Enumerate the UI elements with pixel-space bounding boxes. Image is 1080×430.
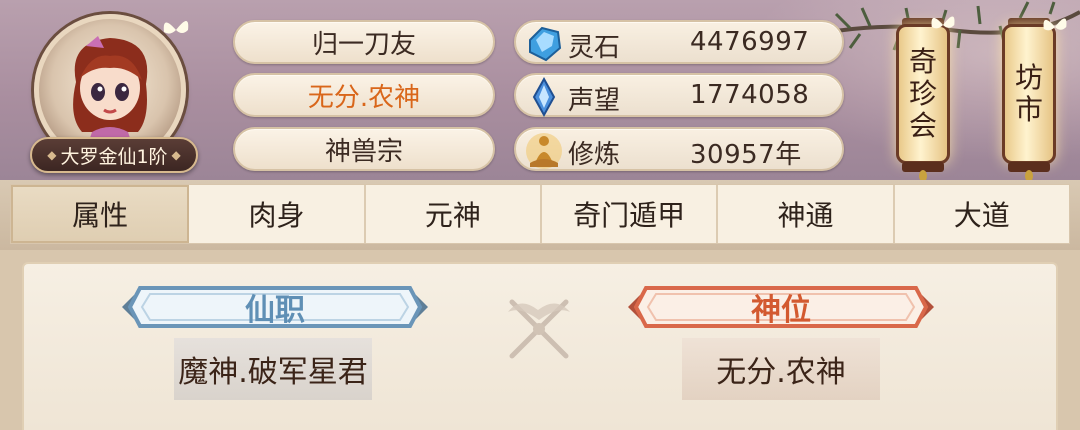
divine-seat-value: 无分.农神 xyxy=(682,338,880,400)
butterfly-icon xyxy=(163,21,189,34)
cultivation-rank-badge: 大罗金仙1阶 xyxy=(30,137,198,173)
prestige-crystal-icon xyxy=(532,76,556,118)
lantern-char: 会 xyxy=(908,109,937,143)
tab-great-dao[interactable]: 大道 xyxy=(895,185,1069,243)
stat-row-prestige: 声望 1774058 xyxy=(514,73,844,118)
tab-qimen-dunjia[interactable]: 奇门遁甲 xyxy=(542,185,719,243)
stat-row-spirit-stone: 灵石 4476997 xyxy=(514,20,844,64)
lantern-tassel xyxy=(1025,170,1033,180)
immortal-post-label: 仙职 xyxy=(245,293,305,328)
player-header: 大罗金仙1阶 归一刀友 无分.农神 神兽宗 灵石 4476997 声望 1774… xyxy=(0,0,1080,180)
stat-label: 灵石 xyxy=(568,33,621,63)
stat-label: 修炼 xyxy=(568,140,621,170)
lantern-tassel xyxy=(919,170,927,180)
meditation-icon xyxy=(526,133,562,169)
immortal-post-value: 魔神.破军星君 xyxy=(174,338,372,400)
divine-seat-label: 神位 xyxy=(751,293,811,328)
butterfly-icon xyxy=(931,16,955,29)
lantern-char: 奇 xyxy=(908,44,937,78)
stat-value: 1774058 xyxy=(690,80,810,110)
stat-value: 30957年 xyxy=(690,140,802,170)
crossed-swords-icon xyxy=(508,299,570,359)
lantern-char: 坊 xyxy=(1014,60,1043,94)
stat-row-cultivation: 修炼 30957年 xyxy=(514,127,844,171)
stat-label: 声望 xyxy=(568,86,621,116)
tab-attributes[interactable]: 属性 xyxy=(11,185,190,243)
tab-body[interactable]: 肉身 xyxy=(189,185,366,243)
lantern-body: 坊 市 xyxy=(1002,24,1056,164)
stat-value: 4476997 xyxy=(690,27,810,57)
spirit-stone-icon xyxy=(529,26,562,62)
immortal-post-heading: 仙职 xyxy=(122,282,428,332)
player-name: 归一刀友 xyxy=(233,20,495,64)
tab-bar: 属性 肉身 元神 奇门遁甲 神通 大道 xyxy=(0,180,1080,250)
lantern-char: 市 xyxy=(1014,93,1043,126)
attributes-panel: 仙职 魔神.破军星君 神位 无分.农神 xyxy=(22,262,1058,430)
tab-primordial-spirit[interactable]: 元神 xyxy=(366,185,542,243)
player-sect[interactable]: 神兽宗 xyxy=(233,127,495,171)
player-title[interactable]: 无分.农神 xyxy=(233,73,495,117)
lantern-char: 珍 xyxy=(908,76,937,110)
lantern-body: 奇 珍 会 xyxy=(896,24,950,164)
tab-strip: 属性 肉身 元神 奇门遁甲 神通 大道 xyxy=(10,184,1070,244)
butterfly-icon xyxy=(1043,18,1067,31)
divine-seat-heading: 神位 xyxy=(628,282,934,332)
tab-divine-powers[interactable]: 神通 xyxy=(718,185,895,243)
character-portrait-icon xyxy=(73,36,148,150)
